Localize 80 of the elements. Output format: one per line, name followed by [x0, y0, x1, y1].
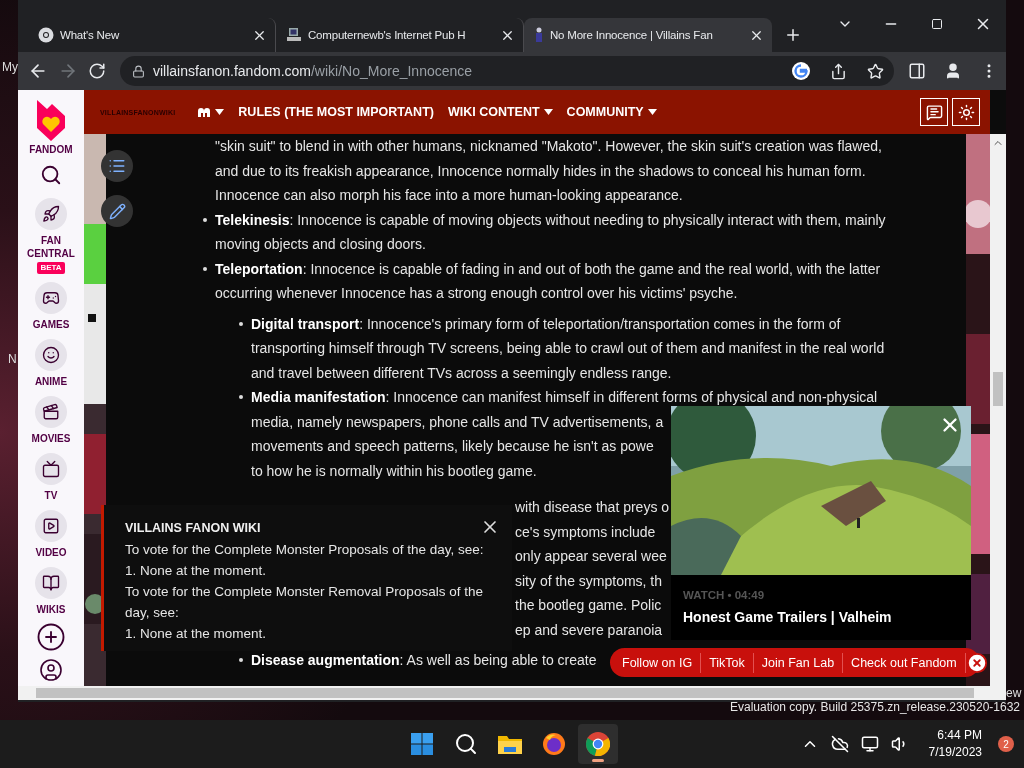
chat-icon[interactable] — [925, 103, 943, 121]
add-icon[interactable] — [36, 622, 66, 652]
discussions-button[interactable] — [920, 98, 948, 126]
notification-text: 1. None at the moment. — [125, 625, 268, 643]
computer-icon — [286, 27, 302, 43]
rocket-icon — [42, 205, 60, 223]
caret-icon[interactable] — [647, 109, 657, 115]
browser-tab[interactable]: No More Innocence | Villains Fan — [524, 18, 772, 52]
sidebar-item[interactable]: FAN CENTRAL BETA — [18, 198, 84, 274]
nav-link[interactable]: WIKI CONTENT — [447, 105, 553, 119]
search-icon — [454, 732, 478, 756]
chrome-icon — [586, 732, 610, 756]
wiki-menu-button[interactable] — [197, 106, 225, 118]
article-paragraph: Disease augmentation: As well as being able to create — [239, 648, 597, 673]
book-icon — [42, 574, 60, 592]
article-paragraph: Teleportation: Innocence is capable of fading in and out of both the game and the real world, with the latter occurring whenever Innocence has a strong enough control over his victims' psyche. — [203, 256, 881, 306]
clapperboard-icon — [42, 403, 60, 421]
social-link[interactable]: TikTok — [701, 652, 754, 673]
google-icon[interactable] — [792, 62, 810, 80]
watermark-text: Evaluation copy. Build 25375.zn_release.230520-1632 — [730, 700, 1020, 714]
share-icon[interactable] — [830, 62, 847, 80]
desktop-icon-label: N — [8, 352, 17, 366]
video-duration: WATCH • 04:49 — [683, 589, 766, 601]
firefox-icon — [542, 732, 566, 756]
windows-icon — [410, 732, 434, 756]
chrome-icon — [38, 27, 54, 43]
beta-badge: BETA — [37, 262, 65, 274]
account-icon[interactable] — [39, 658, 63, 682]
scrollbar[interactable] — [990, 134, 1006, 686]
video-player[interactable]: WATCH • 04:49 Honest Game Trailers | Valheim — [671, 406, 971, 640]
video-title: Honest Game Trailers | Valheim — [683, 609, 893, 625]
fandom-label: FANDOM — [29, 143, 73, 157]
url-path: /wiki/No_More_Innocence — [311, 63, 473, 79]
partial-text: with disease that preys o ce's symptoms include only appear several wee sity of the symptoms, th the bootleg game. Polic ep and severe paranoia — [514, 498, 670, 640]
maximize-icon[interactable] — [931, 18, 943, 30]
star-icon[interactable] — [867, 62, 884, 80]
face-icon — [42, 346, 60, 364]
article-paragraph: "skin suit" to blend in with other humans, nicknamed "Makoto". However, the skin suit's creation was flawed, and due to its freakish appearance, Innocence normally hides in the shadows to conceal his human form. Innocence can also morph his face into a more human-looking appearance. — [214, 137, 882, 205]
nav-link[interactable]: COMMUNITY — [566, 105, 657, 119]
address-bar[interactable]: villainsfanon.fandom.com/wiki/No_More_Innocence — [120, 56, 894, 86]
article-paragraph: Telekinesis: Innocence is capable of moving objects without needing to physically interact with them, mainly moving objects and closing doors. — [203, 207, 886, 257]
sun-icon[interactable] — [957, 103, 975, 121]
play-icon — [42, 517, 60, 535]
notification-text: To vote for the Complete Monster Removal Proposals of the day, see: — [125, 583, 484, 622]
network-icon[interactable] — [860, 735, 879, 753]
gamepad-icon — [42, 289, 60, 307]
search-icon[interactable] — [40, 164, 62, 186]
scrollbar-thumb[interactable] — [993, 372, 1003, 406]
scrollbar[interactable] — [18, 686, 1006, 700]
notification-badge[interactable]: 2 — [998, 736, 1014, 752]
pencil-icon[interactable] — [108, 202, 126, 220]
caret-icon[interactable] — [543, 109, 553, 115]
profile-button[interactable] — [944, 62, 962, 80]
theme-button[interactable] — [952, 98, 980, 126]
social-link[interactable]: Join Fan Lab — [753, 652, 844, 673]
url-host: villainsfanon.fandom.com — [153, 63, 311, 79]
notification-title: VILLAINS FANON WIKI — [125, 521, 261, 535]
new-tab-button[interactable] — [784, 26, 802, 44]
clock[interactable]: 6:44 PM 7/19/2023 — [928, 727, 982, 761]
figure-icon — [534, 27, 544, 43]
side-panel-button[interactable] — [908, 62, 926, 80]
article-paragraph: Digital transport: Innocence's primary form of teleportation/transportation comes in the form of transporting himself through TV screens, being able to crawl out of them and manifest in the real world and travel between different TVs across a seemingly endless range. — [239, 311, 885, 385]
scrollbar-thumb[interactable] — [36, 688, 974, 698]
reload-button[interactable] — [88, 62, 106, 80]
social-link[interactable]: Follow on IG — [614, 652, 702, 673]
wiki-icon[interactable] — [197, 106, 212, 118]
folder-icon — [497, 733, 523, 755]
taskbar-app[interactable] — [578, 724, 618, 764]
list-icon[interactable] — [108, 157, 126, 175]
social-link[interactable]: Check out Fandom — [843, 652, 966, 673]
tv-icon — [42, 460, 60, 478]
fandom-logo — [34, 98, 68, 142]
desktop-icon-label: My — [2, 60, 18, 74]
cloud-off-icon[interactable] — [830, 735, 849, 753]
lock-icon — [132, 64, 145, 78]
notification-text: To vote for the Complete Monster Proposals of the day, see: — [125, 541, 485, 559]
desktop-icon-label: ew — [1006, 686, 1022, 700]
caret-icon[interactable] — [215, 109, 225, 115]
nav-link[interactable]: RULES (THE MOST IMPORTANT) — [238, 105, 434, 119]
notification-text: 1. None at the moment. — [125, 562, 268, 580]
